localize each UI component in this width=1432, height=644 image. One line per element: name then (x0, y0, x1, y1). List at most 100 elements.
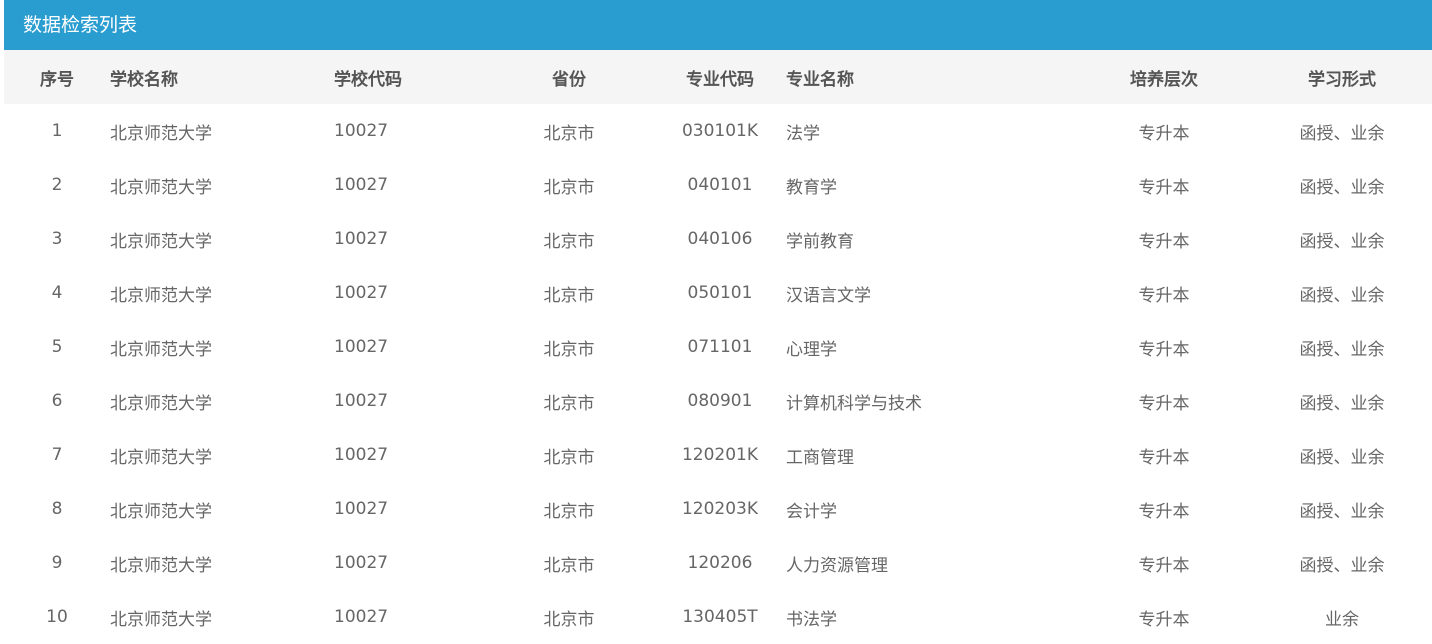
cell-province: 北京市 (543, 501, 595, 522)
col-header-index: 序号 (4, 50, 110, 104)
cell-study-form: 函授、业余 (1299, 285, 1385, 306)
cell-level: 专升本 (1138, 177, 1190, 198)
cell-school-name: 北京师范大学 (110, 231, 212, 252)
cell-study-form: 函授、业余 (1299, 177, 1385, 198)
cell-school-code: 10027 (334, 607, 389, 627)
col-header-major-code: 专业代码 (654, 50, 786, 104)
cell-study-form: 函授、业余 (1299, 555, 1385, 576)
cell-index: 10 (46, 607, 68, 627)
cell-major-code: 120203K (681, 499, 759, 519)
cell-school-name: 北京师范大学 (110, 339, 212, 360)
cell-level: 专升本 (1138, 609, 1190, 630)
cell-level: 专升本 (1138, 501, 1190, 522)
cell-school-code: 10027 (334, 337, 389, 357)
cell-level: 专升本 (1138, 447, 1190, 468)
cell-school-name: 北京师范大学 (110, 501, 212, 522)
table-row: 4 北京师范大学 10027 北京市 050101 汉语言文学 专升本 函授、业… (4, 266, 1432, 320)
cell-major-name: 会计学 (786, 501, 837, 522)
cell-study-form: 函授、业余 (1299, 123, 1385, 144)
col-header-level: 培养层次 (1076, 50, 1252, 104)
cell-school-name: 北京师范大学 (110, 555, 212, 576)
cell-school-name: 北京师范大学 (110, 285, 212, 306)
cell-major-name: 计算机科学与技术 (786, 393, 922, 414)
cell-province: 北京市 (543, 123, 595, 144)
cell-province: 北京市 (543, 339, 595, 360)
table-row: 3 北京师范大学 10027 北京市 040106 学前教育 专升本 函授、业余 (4, 212, 1432, 266)
cell-major-name: 学前教育 (786, 231, 854, 252)
cell-major-name: 汉语言文学 (786, 285, 871, 306)
cell-major-code: 130405T (682, 607, 758, 627)
table-row: 10 北京师范大学 10027 北京市 130405T 书法学 专升本 业余 (4, 590, 1432, 644)
cell-study-form: 函授、业余 (1299, 447, 1385, 468)
cell-school-name: 北京师范大学 (110, 177, 212, 198)
cell-school-name: 北京师范大学 (110, 609, 212, 630)
cell-study-form: 函授、业余 (1299, 231, 1385, 252)
cell-school-name: 北京师范大学 (110, 393, 212, 414)
cell-study-form: 函授、业余 (1299, 339, 1385, 360)
table-row: 5 北京师范大学 10027 北京市 071101 心理学 专升本 函授、业余 (4, 320, 1432, 374)
cell-school-code: 10027 (334, 553, 389, 573)
cell-province: 北京市 (543, 231, 595, 252)
panel-title: 数据检索列表 (4, 0, 1432, 50)
cell-major-code: 050101 (687, 283, 753, 303)
cell-major-name: 人力资源管理 (786, 555, 888, 576)
data-search-panel: 数据检索列表 序号 学校名称 学校代码 省份 专业代码 专业名称 培养层次 学习… (4, 0, 1432, 639)
cell-major-code: 120201K (681, 445, 759, 465)
cell-school-code: 10027 (334, 445, 389, 465)
cell-index: 7 (51, 445, 63, 465)
cell-index: 1 (51, 121, 63, 141)
cell-school-code: 10027 (334, 229, 389, 249)
cell-major-name: 心理学 (786, 339, 837, 360)
table-row: 2 北京师范大学 10027 北京市 040101 教育学 专升本 函授、业余 (4, 158, 1432, 212)
cell-province: 北京市 (543, 393, 595, 414)
cell-school-code: 10027 (334, 283, 389, 303)
cell-major-code: 120206 (687, 553, 753, 573)
cell-index: 4 (51, 283, 63, 303)
table-row: 1 北京师范大学 10027 北京市 030101K 法学 专升本 函授、业余 (4, 104, 1432, 158)
cell-level: 专升本 (1138, 123, 1190, 144)
cell-level: 专升本 (1138, 393, 1190, 414)
cell-study-form: 函授、业余 (1299, 393, 1385, 414)
col-header-province: 省份 (484, 50, 654, 104)
cell-index: 3 (51, 229, 63, 249)
table-row: 7 北京师范大学 10027 北京市 120201K 工商管理 专升本 函授、业… (4, 428, 1432, 482)
cell-index: 2 (51, 175, 63, 195)
cell-level: 专升本 (1138, 339, 1190, 360)
cell-major-name: 法学 (786, 123, 820, 144)
cell-major-name: 书法学 (786, 609, 837, 630)
cell-school-name: 北京师范大学 (110, 123, 212, 144)
col-header-school-name: 学校名称 (110, 50, 334, 104)
data-table: 序号 学校名称 学校代码 省份 专业代码 专业名称 培养层次 学习形式 1 北京… (4, 50, 1432, 644)
cell-province: 北京市 (543, 177, 595, 198)
cell-index: 5 (51, 337, 63, 357)
col-header-study-form: 学习形式 (1252, 50, 1432, 104)
cell-major-name: 工商管理 (786, 447, 854, 468)
cell-school-code: 10027 (334, 391, 389, 411)
cell-province: 北京市 (543, 609, 595, 630)
cell-study-form: 函授、业余 (1299, 501, 1385, 522)
col-header-major-name: 专业名称 (786, 50, 1076, 104)
cell-school-code: 10027 (334, 121, 389, 141)
cell-major-code: 080901 (687, 391, 753, 411)
cell-study-form: 业余 (1325, 609, 1359, 630)
cell-index: 8 (51, 499, 63, 519)
cell-index: 6 (51, 391, 63, 411)
cell-major-code: 040106 (687, 229, 753, 249)
cell-school-code: 10027 (334, 175, 389, 195)
cell-province: 北京市 (543, 447, 595, 468)
cell-school-name: 北京师范大学 (110, 447, 212, 468)
table-header-row: 序号 学校名称 学校代码 省份 专业代码 专业名称 培养层次 学习形式 (4, 50, 1432, 104)
cell-school-code: 10027 (334, 499, 389, 519)
table-row: 6 北京师范大学 10027 北京市 080901 计算机科学与技术 专升本 函… (4, 374, 1432, 428)
table-row: 8 北京师范大学 10027 北京市 120203K 会计学 专升本 函授、业余 (4, 482, 1432, 536)
cell-level: 专升本 (1138, 555, 1190, 576)
col-header-school-code: 学校代码 (334, 50, 484, 104)
cell-major-code: 040101 (687, 175, 753, 195)
cell-province: 北京市 (543, 555, 595, 576)
cell-level: 专升本 (1138, 231, 1190, 252)
cell-province: 北京市 (543, 285, 595, 306)
cell-major-code: 071101 (687, 337, 753, 357)
cell-major-name: 教育学 (786, 177, 837, 198)
cell-level: 专升本 (1138, 285, 1190, 306)
cell-major-code: 030101K (681, 121, 759, 141)
